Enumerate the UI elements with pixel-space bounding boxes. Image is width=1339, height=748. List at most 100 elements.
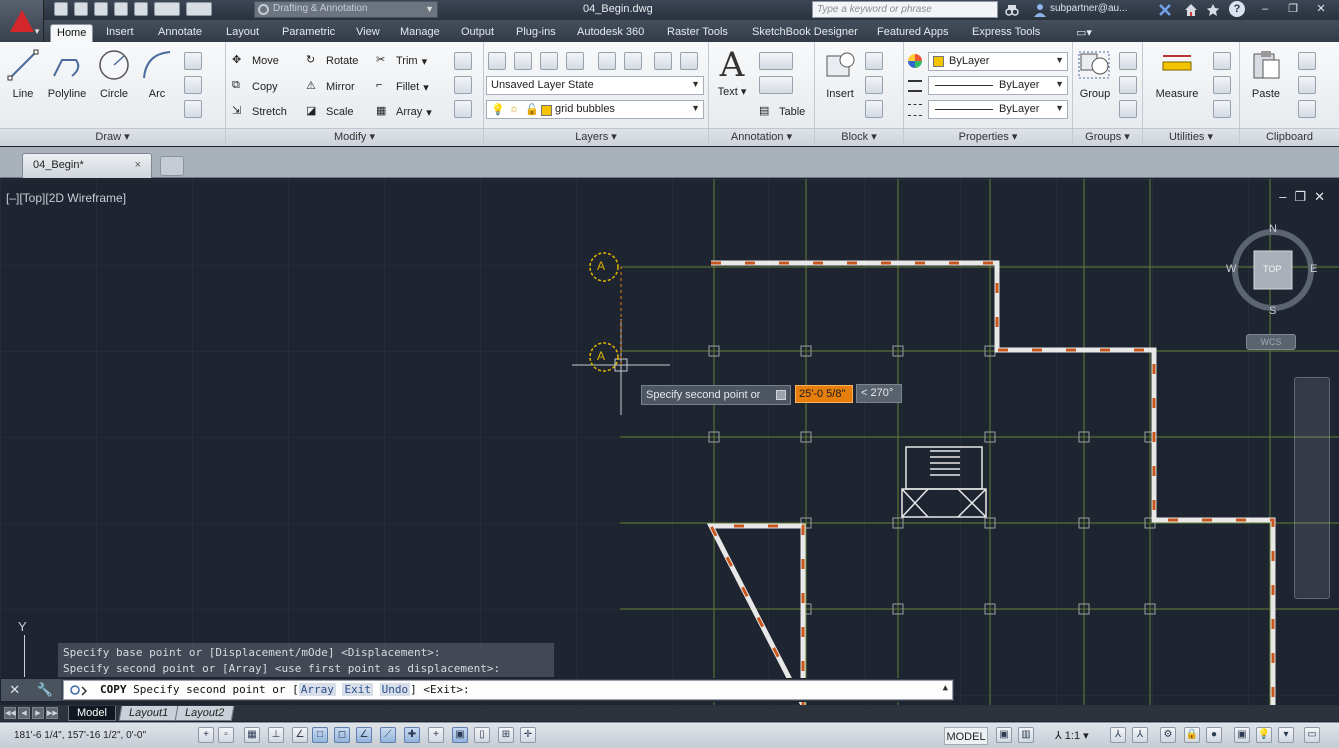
workspace-dropdown[interactable]: Drafting & Annotation ▼	[254, 1, 438, 18]
draw-panel-title[interactable]: Draw ▾	[0, 128, 225, 146]
compass-south[interactable]: S	[1269, 305, 1276, 317]
hatch-icon[interactable]	[184, 100, 202, 118]
lineweight-dropdown[interactable]: ByLayer ▼	[928, 100, 1068, 119]
ribbon-minimize-toggle[interactable]: ▭▾	[1070, 24, 1104, 42]
edit-block-icon[interactable]	[865, 76, 883, 94]
application-menu-button[interactable]: ▼	[0, 0, 44, 42]
circle-button[interactable]: Circle	[96, 48, 132, 100]
clean-screen-icon[interactable]: ▭	[1304, 727, 1320, 743]
exchange-icon[interactable]	[1158, 3, 1172, 17]
leader-icon[interactable]	[759, 76, 793, 94]
coordinate-readout[interactable]: 181'-6 1/4", 157'-16 1/2", 0'-0"	[14, 730, 146, 741]
new-tab-button[interactable]	[160, 156, 184, 176]
measure-button[interactable]: Measure	[1153, 48, 1201, 100]
match-properties-icon[interactable]	[1298, 100, 1316, 118]
document-tab[interactable]: 04_Begin* ×	[22, 153, 152, 178]
maximize-button[interactable]: ❐	[1286, 2, 1300, 16]
help-button[interactable]: ?	[1229, 1, 1245, 17]
quick-properties-icon[interactable]: ▯	[474, 727, 490, 743]
layer-off-icon[interactable]	[598, 52, 616, 70]
distance-input[interactable]: 25'-0 5/8"	[795, 385, 853, 403]
tab-home[interactable]: Home	[50, 24, 94, 42]
minimize-button[interactable]: –	[1258, 2, 1272, 16]
search-input[interactable]: Type a keyword or phrase	[812, 1, 998, 18]
transparency-icon[interactable]: ▣	[452, 727, 468, 743]
wrench-icon[interactable]: 🔧	[37, 682, 53, 698]
auto-scale-icon[interactable]: ⅄	[1132, 727, 1148, 743]
copy-clip-icon[interactable]	[1298, 76, 1316, 94]
fillet-button[interactable]: ⌐ Fillet ▾	[376, 78, 429, 96]
group-button[interactable]: Group	[1075, 48, 1115, 100]
annotation-scale[interactable]: ⅄ 1:1 ▾	[1055, 729, 1089, 742]
lock-ui-icon[interactable]: 🔒	[1184, 727, 1200, 743]
close-viewport-button[interactable]: ✕	[1314, 189, 1325, 205]
linetype-dropdown[interactable]: ByLayer ▼	[928, 76, 1068, 95]
layer-previous-icon[interactable]	[654, 52, 672, 70]
layer-match-icon[interactable]	[624, 52, 642, 70]
calculator-icon[interactable]	[1213, 76, 1231, 94]
erase-icon[interactable]	[454, 52, 472, 70]
restore-viewport-button[interactable]: ❐	[1294, 189, 1306, 205]
layer-state-dropdown[interactable]: Unsaved Layer State ▼	[486, 76, 704, 95]
annotation-panel-title[interactable]: Annotation ▾	[709, 128, 814, 146]
close-window-button[interactable]: ✕	[1314, 2, 1328, 16]
snap-mode-icon[interactable]: ▫	[218, 727, 234, 743]
ortho-mode-icon[interactable]: ⊥	[268, 727, 284, 743]
tab-plug-ins[interactable]: Plug-ins	[510, 24, 562, 42]
plot-icon[interactable]	[134, 2, 148, 16]
mirror-button[interactable]: ⚠ Mirror	[306, 78, 355, 96]
dimension-icon[interactable]	[759, 52, 793, 70]
command-input[interactable]: COPY Specify second point or [Array Exit…	[63, 680, 953, 700]
user-icon[interactable]	[1033, 3, 1047, 17]
isolate-objects-icon[interactable]: ▣	[1234, 727, 1250, 743]
move-button[interactable]: ✥ Move	[232, 52, 279, 70]
annotation-monitor-icon[interactable]: ✛	[520, 727, 536, 743]
tab-view[interactable]: View	[350, 24, 386, 42]
current-layer-dropdown[interactable]: 💡 ☼ 🔓 grid bubbles ▼	[486, 100, 704, 119]
layer-isolate-icon[interactable]	[514, 52, 532, 70]
line-button[interactable]: Line	[6, 48, 40, 100]
new-file-icon[interactable]	[54, 2, 68, 16]
next-layout-icon[interactable]: ▶	[32, 707, 44, 719]
tab-layout[interactable]: Layout	[220, 24, 265, 42]
ungroup-icon[interactable]	[1119, 52, 1137, 70]
close-tab-icon[interactable]: ×	[135, 159, 141, 171]
minimize-viewport-button[interactable]: –	[1279, 189, 1286, 205]
cut-icon[interactable]	[1298, 52, 1316, 70]
polyline-button[interactable]: Polyline	[44, 48, 90, 100]
ellipse-icon[interactable]	[184, 76, 202, 94]
dynamic-input-icon[interactable]: ✚	[404, 727, 420, 743]
selection-cycling-icon[interactable]: ⊞	[498, 727, 514, 743]
layer-freeze-icon[interactable]	[566, 52, 584, 70]
compass-west[interactable]: W	[1226, 263, 1236, 275]
groups-panel-title[interactable]: Groups ▾	[1073, 128, 1142, 146]
3d-object-snap-icon[interactable]: ◻	[334, 727, 350, 743]
layer-properties-icon[interactable]	[488, 52, 506, 70]
infer-constraints-icon[interactable]: +	[198, 727, 214, 743]
save-icon[interactable]	[94, 2, 108, 16]
grid-display-icon[interactable]: ▦	[244, 727, 260, 743]
utilities-panel-title[interactable]: Utilities ▾	[1143, 128, 1239, 146]
quick-select-icon[interactable]	[1213, 52, 1231, 70]
tab-output[interactable]: Output	[455, 24, 500, 42]
drawing-canvas[interactable]	[0, 179, 1339, 705]
close-cmdline-icon[interactable]: ✕	[9, 682, 20, 698]
option-array[interactable]: Array	[298, 683, 336, 696]
modify-panel-title[interactable]: Modify ▾	[226, 128, 483, 146]
viewcube[interactable]: N S E W TOP	[1226, 223, 1320, 317]
offset-icon[interactable]	[454, 100, 472, 118]
properties-panel-title[interactable]: Properties ▾	[904, 128, 1072, 146]
navigation-bar[interactable]	[1294, 377, 1330, 599]
binoculars-icon[interactable]	[1005, 3, 1019, 17]
clipboard-panel-title[interactable]: Clipboard	[1240, 128, 1339, 146]
tab-parametric[interactable]: Parametric	[276, 24, 341, 42]
lineweight-toggle-icon[interactable]: +	[428, 727, 444, 743]
tab-model[interactable]: Model	[68, 706, 116, 721]
quick-view-drawings-icon[interactable]: ▥	[1018, 727, 1034, 743]
viewport-controls[interactable]: [–][Top][2D Wireframe]	[6, 191, 126, 205]
tab-insert[interactable]: Insert	[100, 24, 140, 42]
home-icon[interactable]	[1184, 3, 1198, 17]
id-point-icon[interactable]	[1213, 100, 1231, 118]
status-bar-menu-icon[interactable]: ▾	[1278, 727, 1294, 743]
layer-unisolate-icon[interactable]	[540, 52, 558, 70]
